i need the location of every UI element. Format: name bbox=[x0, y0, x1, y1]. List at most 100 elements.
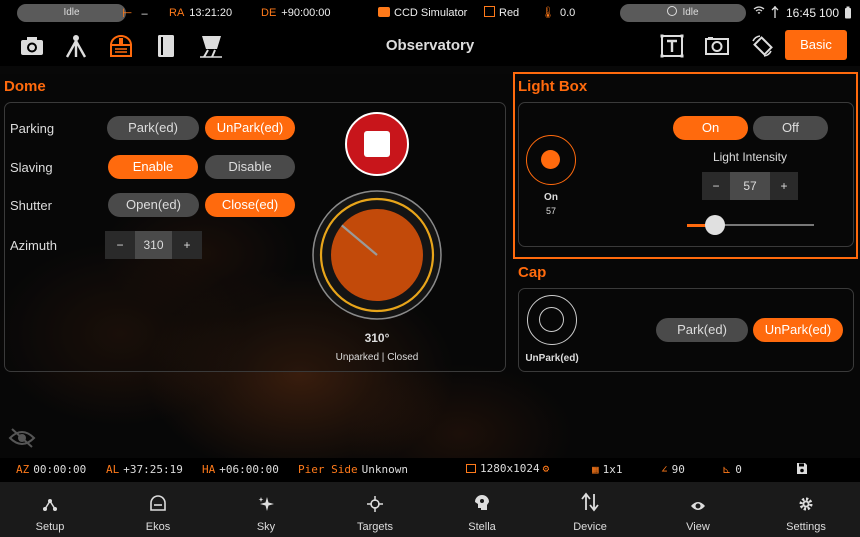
nav-view[interactable]: View bbox=[648, 482, 748, 537]
light-box-off-button[interactable]: Off bbox=[753, 116, 828, 140]
thermometer-icon: 🌡︎ bbox=[541, 7, 555, 19]
mount-icon: ⊢ bbox=[122, 6, 133, 20]
bottom-nav: Setup Ekos Sky Targets Stella Device Vie… bbox=[0, 482, 860, 537]
slider-thumb[interactable] bbox=[704, 215, 725, 235]
notebook-icon[interactable] bbox=[153, 33, 179, 59]
light-intensity-slider[interactable] bbox=[687, 215, 814, 235]
frame-icon bbox=[466, 464, 476, 473]
cap-indicator-ring bbox=[527, 295, 577, 345]
clock: 16:45 bbox=[786, 6, 817, 20]
light-box-indicator-label: On bbox=[544, 192, 558, 203]
gear-icon bbox=[799, 497, 813, 511]
text-frame-icon[interactable] bbox=[659, 33, 685, 59]
mount-tripod-icon[interactable] bbox=[63, 33, 89, 59]
light-box-on-button[interactable]: On bbox=[673, 116, 748, 140]
nav-setup[interactable]: Setup bbox=[0, 482, 100, 537]
light-box-indicator-value: 57 bbox=[545, 206, 556, 216]
dome-abort-button[interactable] bbox=[345, 112, 409, 176]
nav-targets[interactable]: Targets bbox=[325, 482, 425, 537]
stella-head-icon bbox=[475, 495, 489, 510]
nav-device[interactable]: Device bbox=[540, 482, 640, 537]
dome-shutter-status: Closed bbox=[387, 352, 419, 363]
camera-icon bbox=[378, 7, 390, 17]
camera-status: CCD Simulator bbox=[378, 6, 467, 20]
wifi-icon bbox=[753, 6, 765, 20]
battery-icon bbox=[844, 6, 852, 20]
offset-icon: ⊾ bbox=[722, 463, 732, 476]
nav-ekos[interactable]: Ekos bbox=[108, 482, 208, 537]
nav-stella[interactable]: Stella bbox=[432, 482, 532, 537]
mount-status: ⊢ – bbox=[122, 6, 148, 20]
slaving-label: Slaving bbox=[10, 160, 53, 175]
shutter-open-button[interactable]: Open(ed) bbox=[108, 193, 199, 217]
ra-readout: RA 13:21:20 bbox=[169, 7, 233, 19]
ekos-dome-icon bbox=[150, 495, 166, 511]
light-box-section-title: Light Box bbox=[518, 78, 588, 95]
resolution-readout[interactable]: 1280x1024 ⚙ bbox=[466, 462, 549, 475]
battery-level: 100 bbox=[819, 6, 840, 20]
angle-readout: ∠ 90 bbox=[661, 463, 685, 476]
azimuth-value-input[interactable]: 310 bbox=[135, 231, 172, 259]
observatory-dome-icon[interactable] bbox=[108, 33, 134, 59]
toolbar: Observatory bbox=[0, 26, 860, 66]
offset-readout: ⊾ 0 bbox=[722, 463, 742, 476]
stop-icon bbox=[364, 131, 390, 157]
idle-status-pill-left: Idle bbox=[17, 4, 126, 22]
azimuth-decrement-button[interactable]: − bbox=[105, 231, 135, 259]
status-bar: Idle ⊢ – RA 13:21:20 DE +90:00:00 CCD Simu… bbox=[0, 0, 860, 26]
binning-readout[interactable]: ▦ 1x1 bbox=[592, 463, 623, 476]
nav-sky[interactable]: Sky bbox=[216, 482, 316, 537]
azimuth-label: Azimuth bbox=[10, 238, 57, 253]
parking-label: Parking bbox=[10, 121, 55, 136]
azimuth-stepper: − 310 + bbox=[105, 231, 202, 259]
dome-park-status: Unparked bbox=[335, 352, 380, 363]
cap-indicator-inner bbox=[539, 307, 564, 332]
flat-panel-icon[interactable] bbox=[198, 33, 224, 59]
camera-icon[interactable] bbox=[19, 33, 45, 59]
light-box-indicator-ring bbox=[526, 135, 576, 185]
eye-off-icon[interactable] bbox=[8, 428, 36, 448]
dome-azimuth-readout: 310° bbox=[364, 331, 390, 345]
rotate-device-icon[interactable] bbox=[749, 33, 775, 59]
swap-vertical-icon bbox=[581, 492, 599, 512]
grid-icon: ▦ bbox=[592, 463, 599, 476]
light-intensity-stepper: − 57 + bbox=[702, 172, 798, 200]
dome-park-button[interactable]: Park(ed) bbox=[107, 116, 199, 140]
eye-icon bbox=[691, 502, 705, 510]
light-box-indicator-dot bbox=[541, 150, 560, 169]
light-intensity-decrement-button[interactable]: − bbox=[702, 172, 730, 200]
cap-unpark-button[interactable]: UnPark(ed) bbox=[753, 318, 843, 342]
dome-section-title: Dome bbox=[4, 78, 46, 95]
slaving-disable-button[interactable]: Disable bbox=[205, 155, 295, 179]
save-icon[interactable] bbox=[796, 462, 808, 478]
azimuth-increment-button[interactable]: + bbox=[172, 231, 202, 259]
shutter-close-button[interactable]: Close(ed) bbox=[205, 193, 295, 217]
cap-section-title: Cap bbox=[518, 264, 547, 281]
idle-status-pill-right: Idle bbox=[620, 4, 746, 22]
cap-indicator-label: UnPark(ed) bbox=[525, 353, 579, 364]
filter-status: Red bbox=[484, 6, 519, 20]
network-icon bbox=[43, 499, 57, 511]
page-title: Observatory bbox=[385, 37, 475, 54]
capture-preview-icon[interactable] bbox=[704, 33, 730, 59]
de-readout: DE +90:00:00 bbox=[261, 7, 331, 19]
gear-icon: ⚙ bbox=[542, 462, 550, 475]
nav-settings[interactable]: Settings bbox=[756, 482, 856, 537]
shutter-label: Shutter bbox=[10, 198, 52, 213]
slaving-enable-button[interactable]: Enable bbox=[108, 155, 198, 179]
sparkle-icon bbox=[258, 497, 274, 511]
angle-icon: ∠ bbox=[661, 463, 668, 476]
light-intensity-label: Light Intensity bbox=[712, 150, 788, 164]
basic-mode-button[interactable]: Basic bbox=[785, 30, 847, 60]
pier-side-readout: Pier Side Unknown bbox=[298, 463, 408, 476]
dome-unpark-button[interactable]: UnPark(ed) bbox=[205, 116, 295, 140]
filter-icon bbox=[484, 6, 495, 17]
dome-status-line: Unparked | Closed bbox=[335, 352, 419, 363]
dome-azimuth-dial bbox=[312, 190, 442, 320]
light-intensity-value-input[interactable]: 57 bbox=[730, 172, 770, 200]
usb-icon bbox=[771, 6, 779, 20]
target-icon bbox=[667, 6, 678, 16]
light-intensity-increment-button[interactable]: + bbox=[770, 172, 798, 200]
cap-park-button[interactable]: Park(ed) bbox=[656, 318, 748, 342]
crosshair-icon bbox=[367, 496, 383, 512]
